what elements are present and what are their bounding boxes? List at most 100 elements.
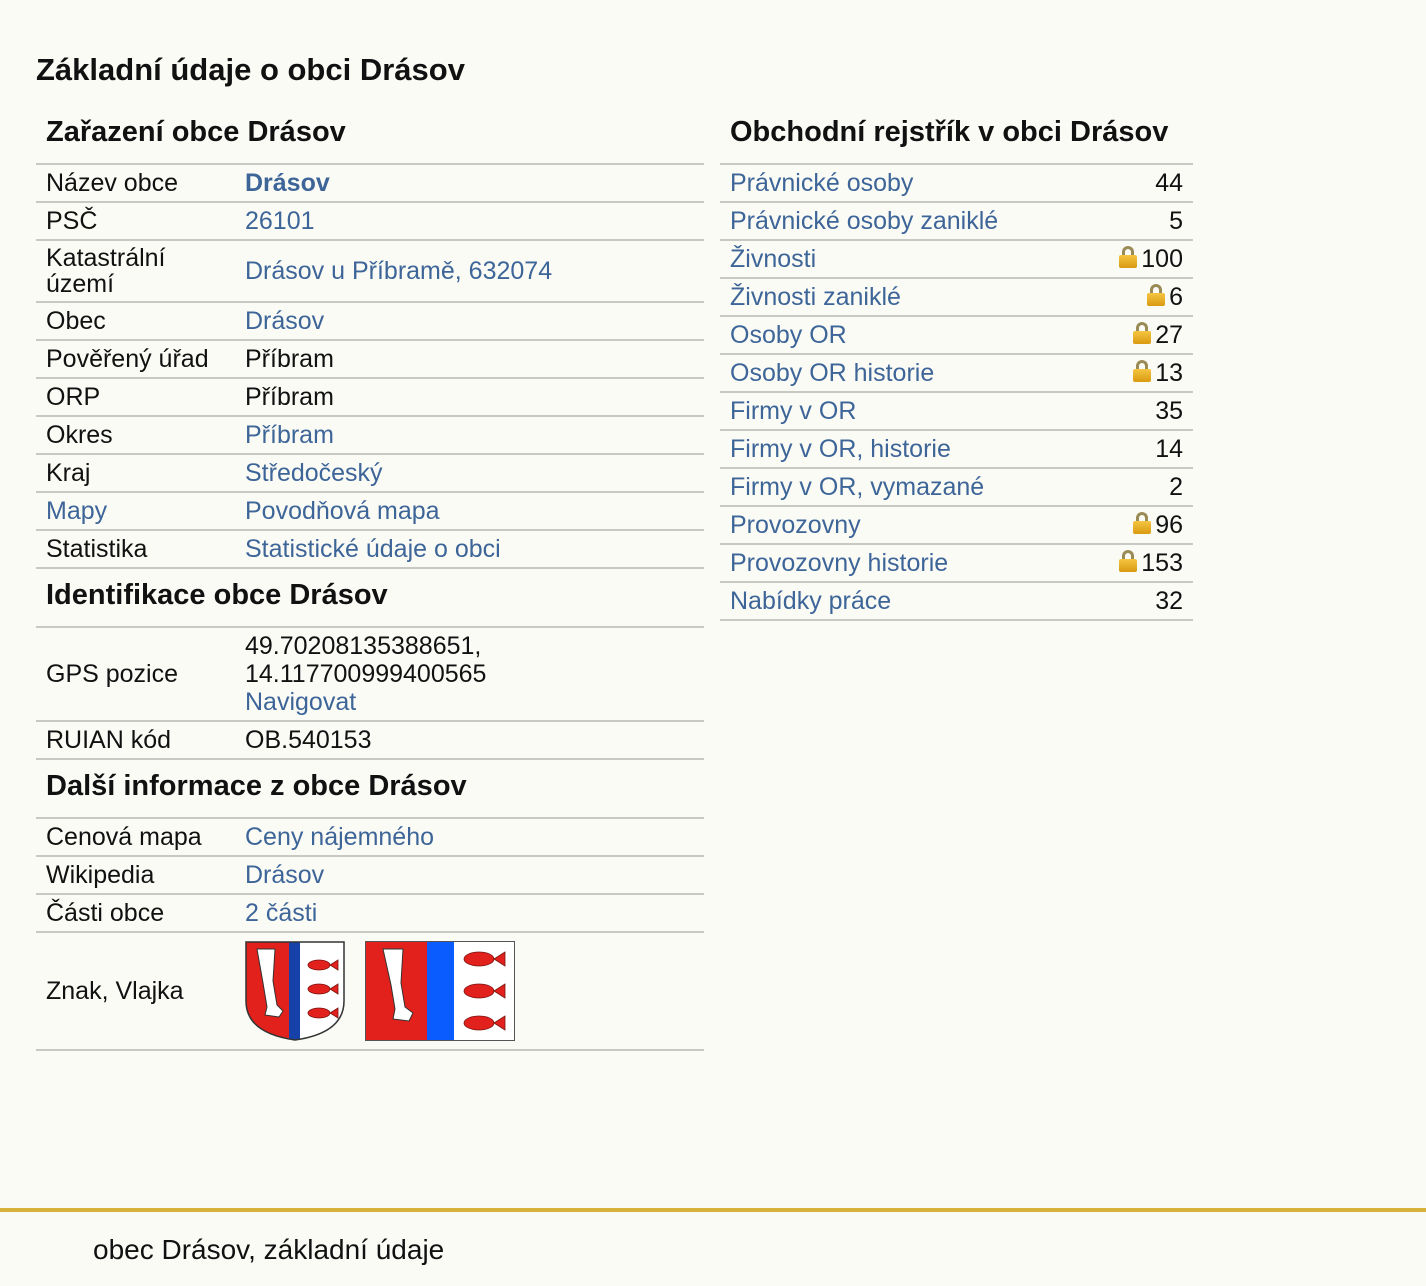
row-label: PSČ <box>36 202 235 241</box>
flood-map-link[interactable]: Povodňová mapa <box>245 497 440 525</box>
table-row: RUIAN kód OB.540153 <box>36 721 704 760</box>
registry-link[interactable]: Osoby OR historie <box>730 359 934 387</box>
gps-latitude: 49.70208135388651, <box>245 632 482 660</box>
lock-icon <box>1133 512 1152 534</box>
wikipedia-link[interactable]: Drásov <box>245 861 324 889</box>
registry-count: 5 <box>1169 207 1183 235</box>
row-label: RUIAN kód <box>36 721 235 760</box>
registry-link[interactable]: Provozovny <box>730 511 861 539</box>
registry-link[interactable]: Nabídky práce <box>730 587 891 615</box>
table-row: Pověřený úřad Příbram <box>36 340 704 379</box>
row-label: Kraj <box>36 454 235 493</box>
row-label: Cenová mapa <box>36 819 235 857</box>
row-label: Katastrální území <box>36 240 235 303</box>
row-label: ORP <box>36 378 235 417</box>
rent-prices-link[interactable]: Ceny nájemného <box>245 823 434 851</box>
table-row: Kraj Středočeský <box>36 454 704 493</box>
ruian-code: OB.540153 <box>235 721 704 760</box>
table-row: Části obce 2 části <box>36 894 704 933</box>
navigate-link[interactable]: Navigovat <box>245 688 356 716</box>
registry-count: 100 <box>1141 245 1183 273</box>
table-row: Firmy v OR 35 <box>720 392 1193 431</box>
more-info-title: Další informace z obce Drásov <box>36 760 704 819</box>
table-row: Živnosti 100 <box>720 240 1193 279</box>
table-row: Osoby OR historie 13 <box>720 354 1193 393</box>
table-row: PSČ 26101 <box>36 202 704 241</box>
statistics-link[interactable]: Statistické údaje o obci <box>245 535 501 563</box>
table-row: Firmy v OR, historie 14 <box>720 430 1193 469</box>
registry-count: 44 <box>1155 169 1183 197</box>
registry-count: 6 <box>1169 283 1183 311</box>
postal-code-link[interactable]: 26101 <box>245 207 315 235</box>
row-label: Pověřený úřad <box>36 340 235 379</box>
flag-image <box>365 941 515 1041</box>
row-label: Okres <box>36 416 235 455</box>
region-link[interactable]: Středočeský <box>245 459 383 487</box>
footer-text: obec Drásov, základní údaje <box>93 1234 445 1265</box>
table-row: Wikipedia Drásov <box>36 856 704 895</box>
gps-longitude: 14.117700999400565 <box>245 660 487 688</box>
identification-table: GPS pozice 49.70208135388651, 14.1177009… <box>36 628 704 760</box>
registry-link[interactable]: Firmy v OR <box>730 397 856 425</box>
table-row: ORP Příbram <box>36 378 704 417</box>
registry-link[interactable]: Firmy v OR, vymazané <box>730 473 984 501</box>
district-link[interactable]: Příbram <box>245 421 334 449</box>
registry-table: Právnické osoby 44 Právnické osoby zaniklé… <box>720 165 1193 621</box>
table-row: Nabídky práce 32 <box>720 582 1193 621</box>
registry-count: 35 <box>1155 397 1183 425</box>
table-row: Katastrální území Drásov u Příbramě, 632… <box>36 240 704 303</box>
row-label: Název obce <box>36 165 235 203</box>
registry-count: 13 <box>1155 359 1183 387</box>
table-row: Cenová mapa Ceny nájemného <box>36 819 704 857</box>
right-column: Obchodní rejstřík v obci Drásov Právnick… <box>720 112 1193 621</box>
table-row: Osoby OR 27 <box>720 316 1193 355</box>
table-row: Mapy Povodňová mapa <box>36 492 704 531</box>
registry-link[interactable]: Osoby OR <box>730 321 847 349</box>
registry-count: 96 <box>1155 511 1183 539</box>
table-row: Znak, Vlajka <box>36 932 704 1051</box>
lock-icon <box>1133 360 1152 382</box>
table-row: Statistika Statistické údaje o obci <box>36 530 704 569</box>
registry-link[interactable]: Firmy v OR, historie <box>730 435 951 463</box>
registry-title: Obchodní rejstřík v obci Drásov <box>720 112 1193 165</box>
row-value: Příbram <box>235 378 704 417</box>
lock-icon <box>1119 246 1138 268</box>
registry-link[interactable]: Právnické osoby zaniklé <box>730 207 998 235</box>
municipality-link[interactable]: Drásov <box>245 307 324 335</box>
registry-link[interactable]: Živnosti zaniklé <box>730 283 901 311</box>
registry-link[interactable]: Právnické osoby <box>730 169 913 197</box>
cadastral-area-link[interactable]: Drásov u Příbramě, 632074 <box>245 257 552 285</box>
registry-link[interactable]: Provozovny historie <box>730 549 948 577</box>
row-label: GPS pozice <box>36 628 235 722</box>
lock-icon <box>1147 284 1166 306</box>
maps-link[interactable]: Mapy <box>46 497 107 525</box>
classification-table: Název obce Drásov PSČ 26101 Katastrální … <box>36 165 704 569</box>
table-row: GPS pozice 49.70208135388651, 14.1177009… <box>36 628 704 722</box>
left-column: Zařazení obce Drásov Název obce Drásov P… <box>36 112 704 1051</box>
row-label: Části obce <box>36 894 235 933</box>
row-label: Znak, Vlajka <box>36 932 235 1051</box>
lock-icon <box>1119 550 1138 572</box>
classification-title: Zařazení obce Drásov <box>36 112 704 165</box>
registry-count: 14 <box>1155 435 1183 463</box>
footer: obec Drásov, základní údaje <box>0 1208 1426 1286</box>
page-title: Základní údaje o obci Drásov <box>36 52 465 87</box>
coat-of-arms-image <box>245 941 345 1041</box>
row-label: Obec <box>36 302 235 341</box>
registry-count: 32 <box>1155 587 1183 615</box>
table-row: Název obce Drásov <box>36 165 704 203</box>
table-row: Právnické osoby 44 <box>720 165 1193 203</box>
registry-link[interactable]: Živnosti <box>730 245 816 273</box>
municipality-parts-link[interactable]: 2 části <box>245 899 317 927</box>
more-info-table: Cenová mapa Ceny nájemného Wikipedia Drá… <box>36 819 704 1051</box>
table-row: Právnické osoby zaniklé 5 <box>720 202 1193 241</box>
registry-count: 153 <box>1141 549 1183 577</box>
table-row: Obec Drásov <box>36 302 704 341</box>
municipality-name-link[interactable]: Drásov <box>245 169 330 197</box>
registry-count: 27 <box>1155 321 1183 349</box>
row-label: Wikipedia <box>36 856 235 895</box>
table-row: Okres Příbram <box>36 416 704 455</box>
identification-title: Identifikace obce Drásov <box>36 569 704 628</box>
row-label: Statistika <box>36 530 235 569</box>
lock-icon <box>1133 322 1152 344</box>
